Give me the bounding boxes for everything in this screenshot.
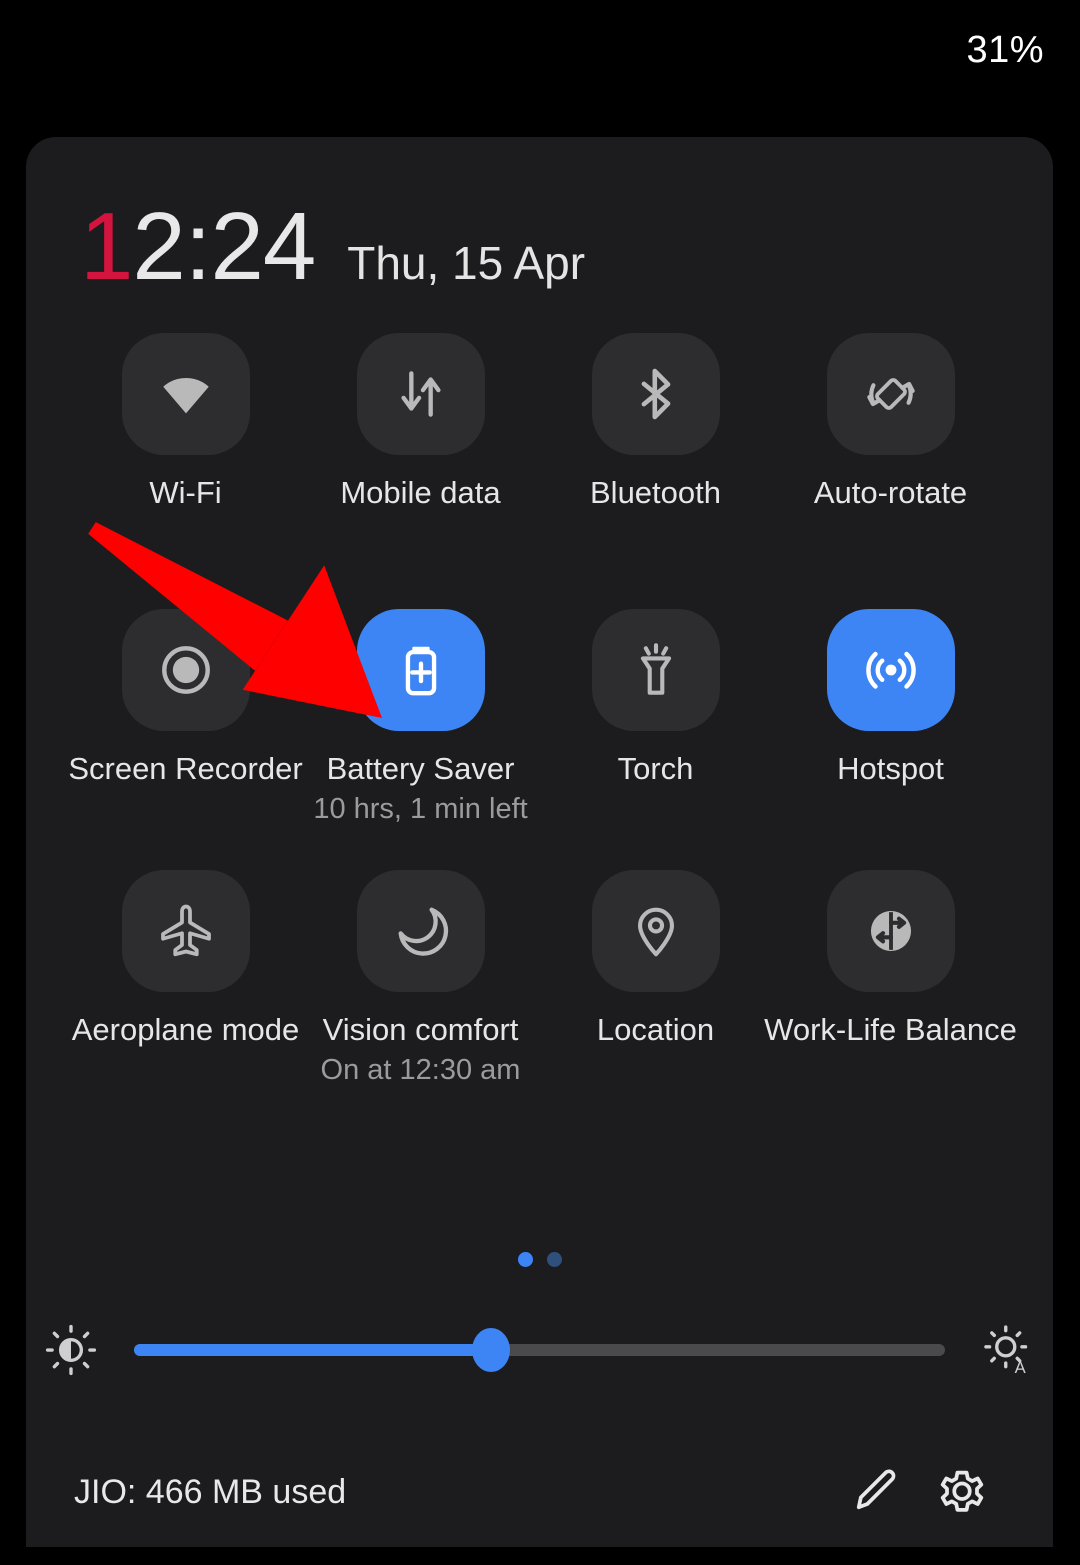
tile-label: Aeroplane mode: [71, 1012, 300, 1047]
bluetooth-icon: [627, 365, 685, 423]
torch-icon: [627, 641, 685, 699]
status-bar: 31%: [0, 0, 1080, 100]
wifi-icon: [155, 363, 217, 425]
brightness-low-icon: [26, 1323, 116, 1377]
vision-comfort-tile-icon-box[interactable]: [356, 870, 485, 992]
hotspot-tile-icon-box[interactable]: [826, 609, 955, 731]
tile-label: Torch: [617, 751, 694, 786]
location-tile-icon-box[interactable]: [591, 870, 720, 992]
tile-row: Aeroplane mode Vision comfort On at 12:3…: [68, 870, 1017, 1087]
battery-saver-icon: [392, 641, 450, 699]
page-dot[interactable]: [546, 1252, 562, 1267]
svg-text:A: A: [1015, 1358, 1027, 1377]
tile-torch[interactable]: Torch: [538, 609, 773, 826]
tile-label: Mobile data: [340, 475, 501, 510]
brightness-slider-fill: [134, 1344, 491, 1356]
tile-label: Bluetooth: [590, 475, 721, 510]
tile-hotspot[interactable]: Hotspot: [773, 609, 1008, 826]
aeroplane-icon: [156, 901, 216, 961]
panel-footer: JIO: 466 MB used: [26, 1437, 1053, 1547]
screen-recorder-tile-icon-box[interactable]: [121, 609, 250, 731]
tile-label: Battery Saver: [326, 751, 515, 786]
clock-date: Thu, 15 Apr: [347, 237, 586, 289]
tile-work-life-balance[interactable]: Work-Life Balance: [764, 870, 1017, 1087]
tile-bluetooth[interactable]: Bluetooth: [538, 333, 773, 511]
tile-label: Auto-rotate: [813, 475, 968, 510]
tile-wifi[interactable]: Wi-Fi: [68, 333, 303, 511]
hotspot-icon: [860, 639, 922, 701]
pencil-icon: [848, 1462, 904, 1523]
battery-percent-label: 31%: [966, 28, 1044, 71]
tile-label: Vision comfort: [322, 1012, 519, 1047]
battery-saver-tile-icon-box[interactable]: [356, 609, 485, 731]
edit-tiles-button[interactable]: [833, 1449, 919, 1535]
auto-rotate-icon: [860, 363, 922, 425]
work-life-balance-icon: [862, 902, 920, 960]
tile-label: Screen Recorder: [68, 751, 303, 786]
location-pin-icon: [627, 902, 685, 960]
mobile-data-tile-icon-box[interactable]: [356, 333, 485, 455]
clock-time-rest: 2:24: [132, 193, 316, 300]
tile-mobile-data[interactable]: Mobile data: [303, 333, 538, 511]
brightness-slider[interactable]: [134, 1328, 945, 1372]
wifi-tile-icon-box[interactable]: [121, 333, 250, 455]
moon-icon: [392, 902, 450, 960]
brightness-control: A: [26, 1315, 1053, 1385]
clock-time: 1 2:24: [80, 193, 316, 300]
tile-label: Hotspot: [837, 751, 944, 786]
screen-recorder-icon: [155, 639, 217, 701]
tile-aeroplane-mode[interactable]: Aeroplane mode: [68, 870, 303, 1087]
tile-row: Screen Recorder Battery Saver 10 hrs, 1 …: [68, 609, 1008, 826]
settings-button[interactable]: [919, 1449, 1005, 1535]
tile-sublabel: On at 12:30 am: [320, 1054, 521, 1086]
clock-hour-accent: 1: [80, 193, 133, 300]
tile-auto-rotate[interactable]: Auto-rotate: [773, 333, 1008, 511]
quick-settings-tiles: Wi-Fi Mobile data Bluetooth Auto-rotate …: [68, 333, 1017, 1087]
page-dot-active[interactable]: [517, 1252, 533, 1267]
aeroplane-tile-icon-box[interactable]: [121, 870, 250, 992]
tile-screen-recorder[interactable]: Screen Recorder: [68, 609, 303, 826]
tile-row: Wi-Fi Mobile data Bluetooth Auto-rotate: [68, 333, 1008, 511]
tile-battery-saver[interactable]: Battery Saver 10 hrs, 1 min left: [303, 609, 538, 826]
mobile-data-icon: [392, 365, 450, 423]
brightness-auto-icon[interactable]: A: [963, 1323, 1053, 1377]
data-usage-label: JIO: 466 MB used: [74, 1472, 347, 1511]
gear-icon: [933, 1461, 991, 1524]
brightness-slider-thumb[interactable]: [471, 1328, 510, 1372]
tile-label: Location: [596, 1012, 715, 1047]
tile-label: Work-Life Balance: [764, 1012, 1017, 1047]
bluetooth-tile-icon-box[interactable]: [591, 333, 720, 455]
tile-label: Wi-Fi: [149, 475, 222, 510]
quick-settings-panel: 1 2:24 Thu, 15 Apr Wi-Fi Mobile data Blu…: [26, 137, 1053, 1547]
tile-location[interactable]: Location: [538, 870, 773, 1087]
page-indicator: [26, 1252, 1053, 1267]
auto-rotate-tile-icon-box[interactable]: [826, 333, 955, 455]
clock-widget[interactable]: 1 2:24 Thu, 15 Apr: [80, 199, 585, 295]
tile-vision-comfort[interactable]: Vision comfort On at 12:30 am: [303, 870, 538, 1087]
torch-tile-icon-box[interactable]: [591, 609, 720, 731]
work-life-balance-tile-icon-box[interactable]: [826, 870, 955, 992]
tile-sublabel: 10 hrs, 1 min left: [313, 793, 528, 825]
